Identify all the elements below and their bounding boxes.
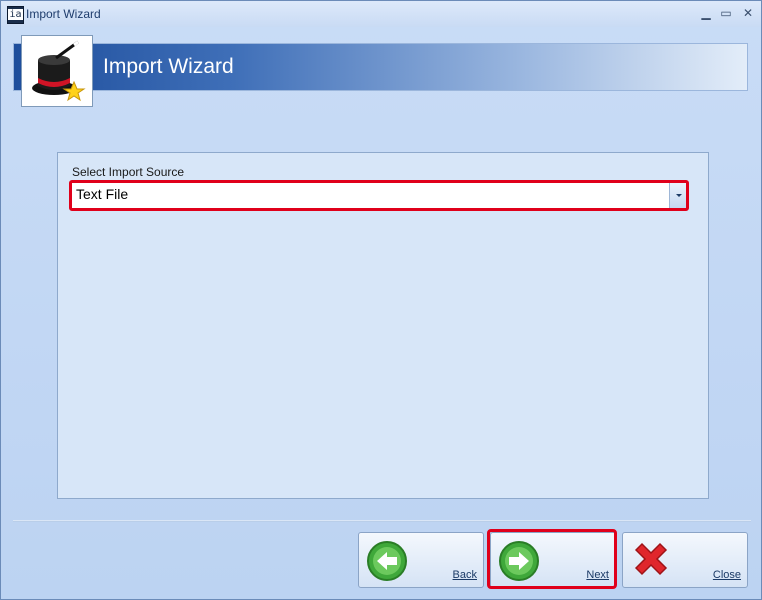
footer-divider bbox=[13, 520, 751, 522]
page-title: Import Wizard bbox=[103, 55, 234, 78]
import-source-value: Text File bbox=[76, 186, 129, 202]
import-source-panel: Select Import Source Text File bbox=[57, 152, 709, 499]
close-icon[interactable]: ✕ bbox=[739, 5, 757, 21]
window-title: Import Wizard bbox=[26, 7, 101, 21]
app-icon[interactable]: ia bbox=[7, 6, 24, 24]
red-x-icon bbox=[634, 542, 668, 576]
minimize-icon[interactable]: ▁ bbox=[697, 5, 715, 21]
wizard-logo bbox=[21, 35, 93, 107]
wizard-window: ia Import Wizard ▁ ▭ ✕ Import Wizard Sel… bbox=[0, 0, 762, 600]
back-button-label: Back bbox=[452, 569, 477, 581]
close-button[interactable]: Close bbox=[622, 532, 748, 588]
magic-hat-star-icon bbox=[32, 40, 86, 102]
import-source-dropdown[interactable]: Text File bbox=[69, 180, 689, 211]
chevron-down-icon[interactable] bbox=[669, 183, 686, 208]
next-button-highlight bbox=[487, 529, 617, 589]
title-bar: ia Import Wizard ▁ ▭ ✕ bbox=[1, 1, 761, 27]
arrow-left-icon bbox=[367, 541, 407, 581]
close-button-label: Close bbox=[712, 569, 741, 581]
back-button[interactable]: Back bbox=[358, 532, 484, 588]
maximize-icon[interactable]: ▭ bbox=[717, 5, 735, 21]
import-source-label: Select Import Source bbox=[72, 165, 185, 179]
